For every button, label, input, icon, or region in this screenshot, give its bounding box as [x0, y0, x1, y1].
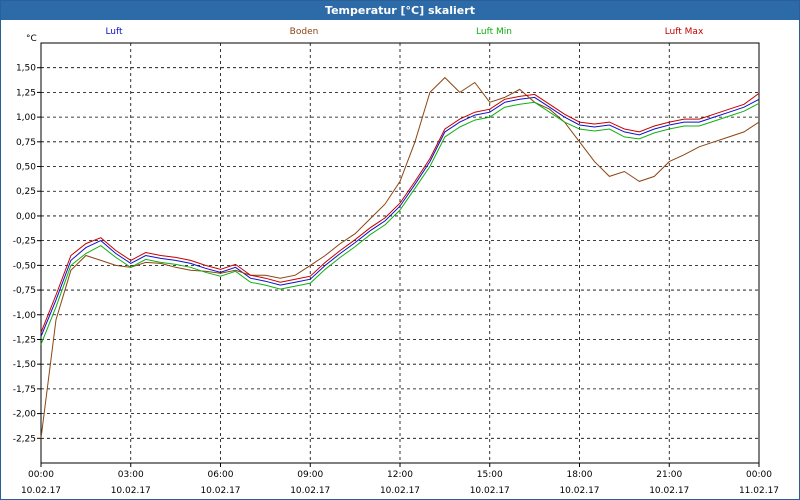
x-tick-time: 06:00: [208, 470, 234, 480]
x-tick-time: 00:00: [746, 470, 772, 480]
x-tick-time: 12:00: [387, 470, 413, 480]
x-tick-date: 10.02.17: [380, 486, 420, 496]
y-tick-label: 0,50: [16, 163, 36, 173]
x-tick-date: 10.02.17: [290, 486, 330, 496]
y-tick-label: -0,50: [13, 261, 37, 271]
x-tick-time: 09:00: [297, 470, 323, 480]
x-tick-time: 21:00: [656, 470, 682, 480]
y-tick-label: -2,25: [13, 434, 36, 444]
y-tick-label: -0,75: [13, 286, 36, 296]
x-tick-time: 18:00: [567, 470, 593, 480]
x-tick-date: 10.02.17: [470, 486, 510, 496]
chart-window: Temperatur [°C] skaliert °C -2,25 -2,00 -1,…: [0, 0, 800, 500]
x-tick-date: 10.02.17: [200, 486, 240, 496]
x-tick-date: 10.02.17: [649, 486, 689, 496]
x-tick-date: 10.02.17: [111, 486, 151, 496]
y-tick-label: -1,75: [13, 385, 36, 395]
y-tick-label: 0,25: [16, 187, 36, 197]
y-tick-label: -1,25: [13, 335, 36, 345]
y-tick-label: 1,50: [16, 64, 36, 74]
x-tick-date: 11.02.17: [739, 486, 779, 496]
y-tick-label: 1,25: [16, 88, 36, 98]
y-axis-unit: °C: [26, 34, 37, 44]
y-tick-label: -1,00: [13, 311, 37, 321]
y-tick-label: -0,25: [13, 237, 36, 247]
x-tick-date: 10.02.17: [21, 486, 61, 496]
x-tick-time: 15:00: [477, 470, 503, 480]
legend-entry-luft: Luft: [105, 27, 123, 37]
legend-entry-boden: Boden: [290, 27, 319, 37]
x-tick-date: 10.02.17: [559, 486, 599, 496]
y-tick-label: 0,00: [16, 212, 36, 222]
x-tick-time: 00:00: [28, 470, 54, 480]
y-tick-label: 1,00: [16, 113, 36, 123]
temperature-chart: °C -2,25 -2,00 -1,75 -1,50 -1,25 -1,00 -0,75 -0,…: [13, 27, 779, 496]
legend-entry-luft-max: Luft Max: [665, 27, 704, 37]
y-tick-label: -1,50: [13, 360, 37, 370]
y-tick-label: -2,00: [13, 410, 37, 420]
legend-entry-luft-min: Luft Min: [476, 27, 512, 37]
y-tick-label: 0,75: [16, 138, 36, 148]
x-tick-time: 03:00: [118, 470, 144, 480]
